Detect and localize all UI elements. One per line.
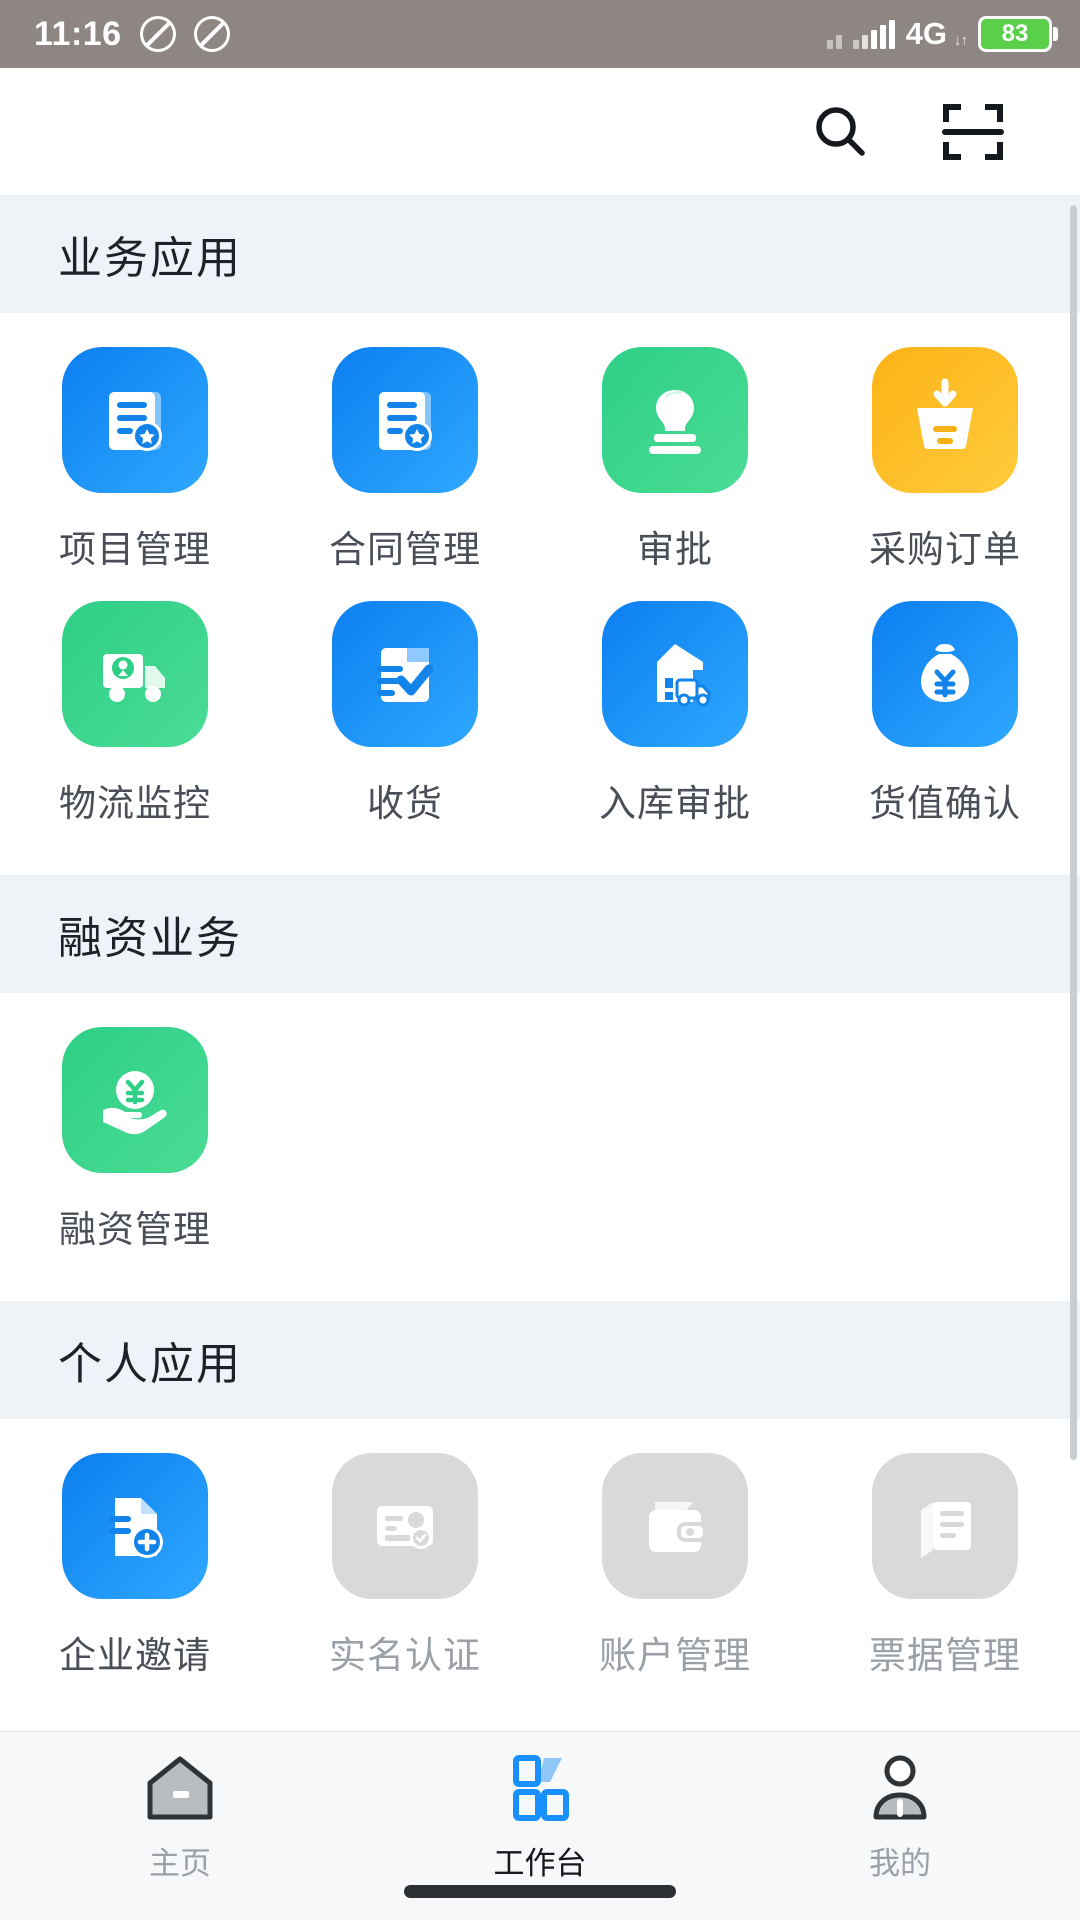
app-grid-spacer xyxy=(540,1027,810,1253)
stamp-icon xyxy=(602,347,748,493)
network-activity-icon: ↓↑ xyxy=(954,32,968,49)
content-scroll-area[interactable]: 业务应用 项目管理 合同管理 审批 采购订单 物流监控 收货 入库审批 货值确认… xyxy=(0,195,1080,1731)
status-time: 11:16 xyxy=(34,14,122,53)
section-title: 融资业务 xyxy=(58,914,242,963)
app-item-warehouse-approval[interactable]: 入库审批 xyxy=(540,601,810,827)
app-label: 合同管理 xyxy=(329,529,481,570)
tab-workbench[interactable]: 工作台 xyxy=(360,1750,720,1883)
app-label: 物流监控 xyxy=(59,783,211,824)
hand-coin-yuan-icon xyxy=(62,1027,208,1173)
wallet-icon xyxy=(602,1453,748,1599)
app-item-purchase-order[interactable]: 采购订单 xyxy=(810,347,1080,573)
app-item-logistics-monitoring[interactable]: 物流监控 xyxy=(0,601,270,827)
app-grid-spacer xyxy=(270,1027,540,1253)
app-label: 采购订单 xyxy=(869,529,1021,570)
app-item-real-name-verification[interactable]: 实名认证 xyxy=(270,1453,540,1679)
mute-icon xyxy=(193,16,230,52)
document-star-icon xyxy=(62,347,208,493)
network-type-label: 4G xyxy=(905,16,947,51)
bill-stack-icon xyxy=(872,1453,1018,1599)
app-label: 企业邀请 xyxy=(59,1635,211,1676)
tab-label: 我的 xyxy=(869,1846,931,1881)
document-plus-icon xyxy=(62,1453,208,1599)
signal-bars-icon xyxy=(852,19,895,49)
app-item-approval[interactable]: 审批 xyxy=(540,347,810,573)
tab-label: 工作台 xyxy=(493,1846,587,1881)
app-label: 项目管理 xyxy=(59,529,211,570)
status-bar-right: 4G ↓↑ 83 xyxy=(826,16,1052,52)
home-icon xyxy=(142,1750,218,1828)
home-indicator xyxy=(404,1885,676,1898)
app-item-project-management[interactable]: 项目管理 xyxy=(0,347,270,573)
app-grid-financing: 融资管理 xyxy=(0,993,1080,1301)
money-bag-yuan-icon xyxy=(872,601,1018,747)
tab-label: 主页 xyxy=(149,1846,211,1881)
app-label: 融资管理 xyxy=(59,1209,211,1250)
section-title: 业务应用 xyxy=(58,234,242,283)
battery-level-label: 83 xyxy=(1001,20,1029,47)
app-grid-business: 项目管理 合同管理 审批 采购订单 物流监控 收货 入库审批 货值确认 xyxy=(0,313,1080,875)
signal-bars-secondary-icon xyxy=(826,19,842,49)
receipt-check-icon xyxy=(332,601,478,747)
app-item-bill-management[interactable]: 票据管理 xyxy=(810,1453,1080,1679)
app-label: 票据管理 xyxy=(869,1635,1021,1676)
truck-location-icon xyxy=(62,601,208,747)
app-item-value-confirmation[interactable]: 货值确认 xyxy=(810,601,1080,827)
cart-download-icon xyxy=(872,347,1018,493)
vertical-scrollbar[interactable] xyxy=(1070,205,1077,1460)
warehouse-truck-icon xyxy=(602,601,748,747)
section-header-personal: 个人应用 xyxy=(0,1301,1080,1419)
status-bar-left: 11:16 xyxy=(34,15,230,54)
app-item-financing-management[interactable]: 融资管理 xyxy=(0,1027,270,1253)
section-header-financing: 融资业务 xyxy=(0,875,1080,993)
id-card-icon xyxy=(332,1453,478,1599)
app-label: 账户管理 xyxy=(599,1635,751,1676)
app-item-enterprise-invitation[interactable]: 企业邀请 xyxy=(0,1453,270,1679)
mute-icon xyxy=(139,16,176,52)
workbench-icon xyxy=(500,1750,580,1828)
app-label: 货值确认 xyxy=(869,783,1021,824)
app-label: 入库审批 xyxy=(599,783,751,824)
battery-icon: 83 xyxy=(978,16,1052,52)
person-icon xyxy=(864,1750,936,1828)
app-label: 实名认证 xyxy=(329,1635,481,1676)
section-title: 个人应用 xyxy=(58,1340,242,1389)
app-label: 收货 xyxy=(367,783,443,824)
document-star-icon xyxy=(332,347,478,493)
search-icon[interactable] xyxy=(806,97,876,167)
app-item-receiving[interactable]: 收货 xyxy=(270,601,540,827)
app-item-account-management[interactable]: 账户管理 xyxy=(540,1453,810,1679)
app-item-contract-management[interactable]: 合同管理 xyxy=(270,347,540,573)
app-label: 审批 xyxy=(637,529,713,570)
status-bar: 11:16 4G ↓↑ 83 xyxy=(0,0,1080,68)
app-grid-personal: 企业邀请 实名认证 账户管理 票据管理 xyxy=(0,1419,1080,1727)
tab-home[interactable]: 主页 xyxy=(0,1750,360,1883)
app-grid-spacer xyxy=(810,1027,1080,1253)
scan-qr-icon[interactable] xyxy=(938,97,1008,167)
tab-profile[interactable]: 我的 xyxy=(720,1750,1080,1883)
section-header-business: 业务应用 xyxy=(0,195,1080,313)
app-header xyxy=(0,68,1080,195)
